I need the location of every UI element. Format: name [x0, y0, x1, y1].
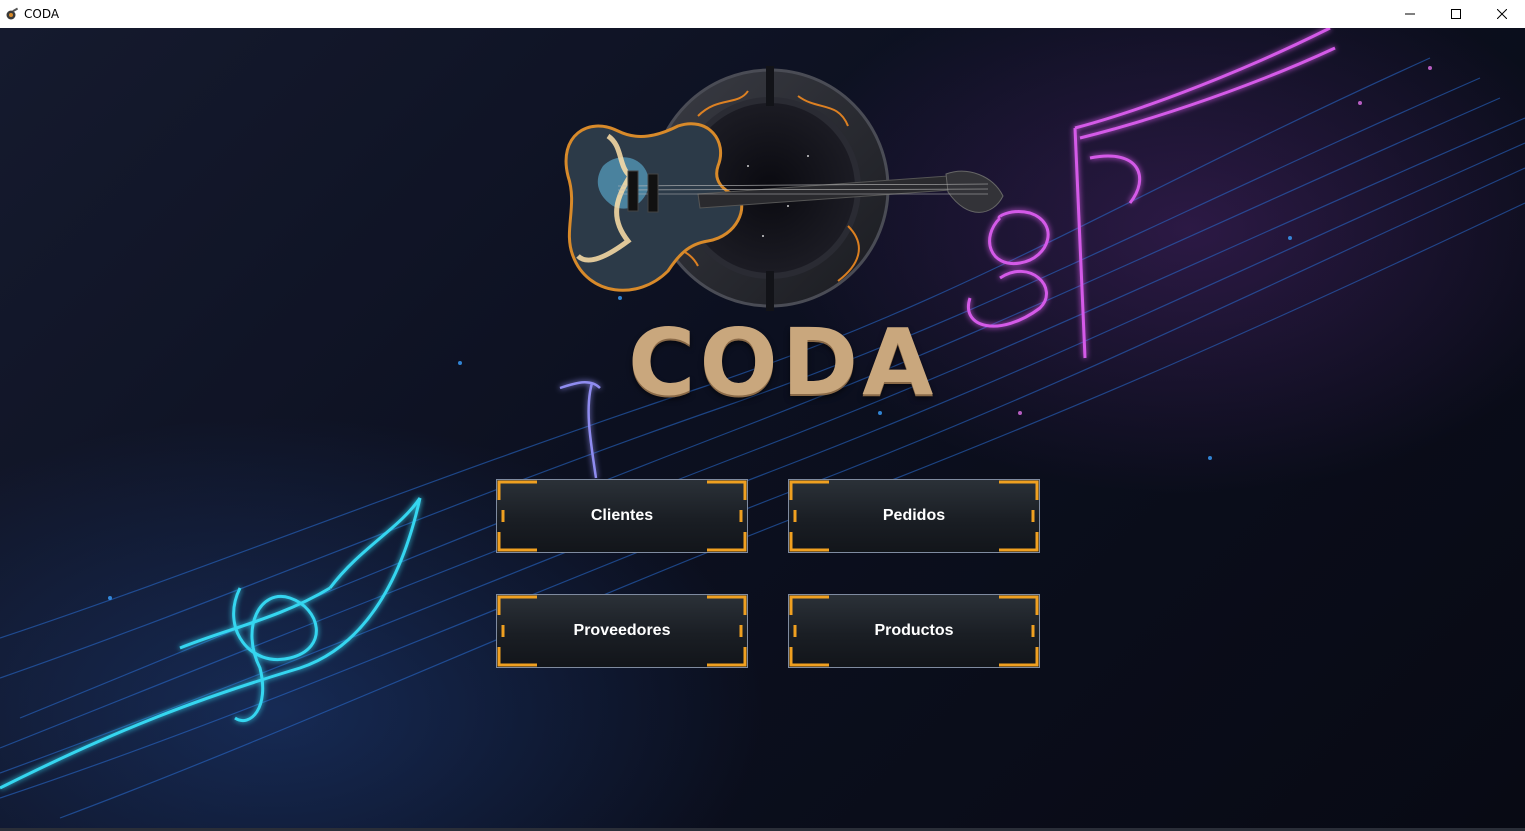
proveedores-button[interactable]: Proveedores — [496, 594, 748, 668]
title-bar[interactable]: CODA — [0, 0, 1525, 28]
close-icon — [1497, 9, 1507, 19]
maximize-button[interactable] — [1433, 0, 1479, 28]
maximize-icon — [1451, 9, 1461, 19]
productos-button-label: Productos — [874, 622, 954, 639]
pedidos-button[interactable]: Pedidos — [788, 479, 1040, 553]
minimize-icon — [1405, 13, 1415, 15]
pedidos-button-label: Pedidos — [882, 507, 946, 524]
clientes-button-label: Clientes — [590, 507, 654, 524]
app-logo-wordmark: CODA — [628, 309, 938, 416]
close-button[interactable] — [1479, 0, 1525, 28]
main-content: CODA Clientes Pedidos Proveedores Produc… — [0, 28, 1525, 831]
app-window: CODA CODA Clientes Pedidos Proveedores P… — [0, 0, 1525, 831]
proveedores-button-label: Proveedores — [573, 622, 671, 639]
minimize-button[interactable] — [1387, 0, 1433, 28]
app-guitar-icon — [4, 6, 20, 22]
window-controls — [1387, 0, 1525, 28]
productos-button[interactable]: Productos — [788, 594, 1040, 668]
window-title: CODA — [24, 7, 60, 21]
clientes-button[interactable]: Clientes — [496, 479, 748, 553]
